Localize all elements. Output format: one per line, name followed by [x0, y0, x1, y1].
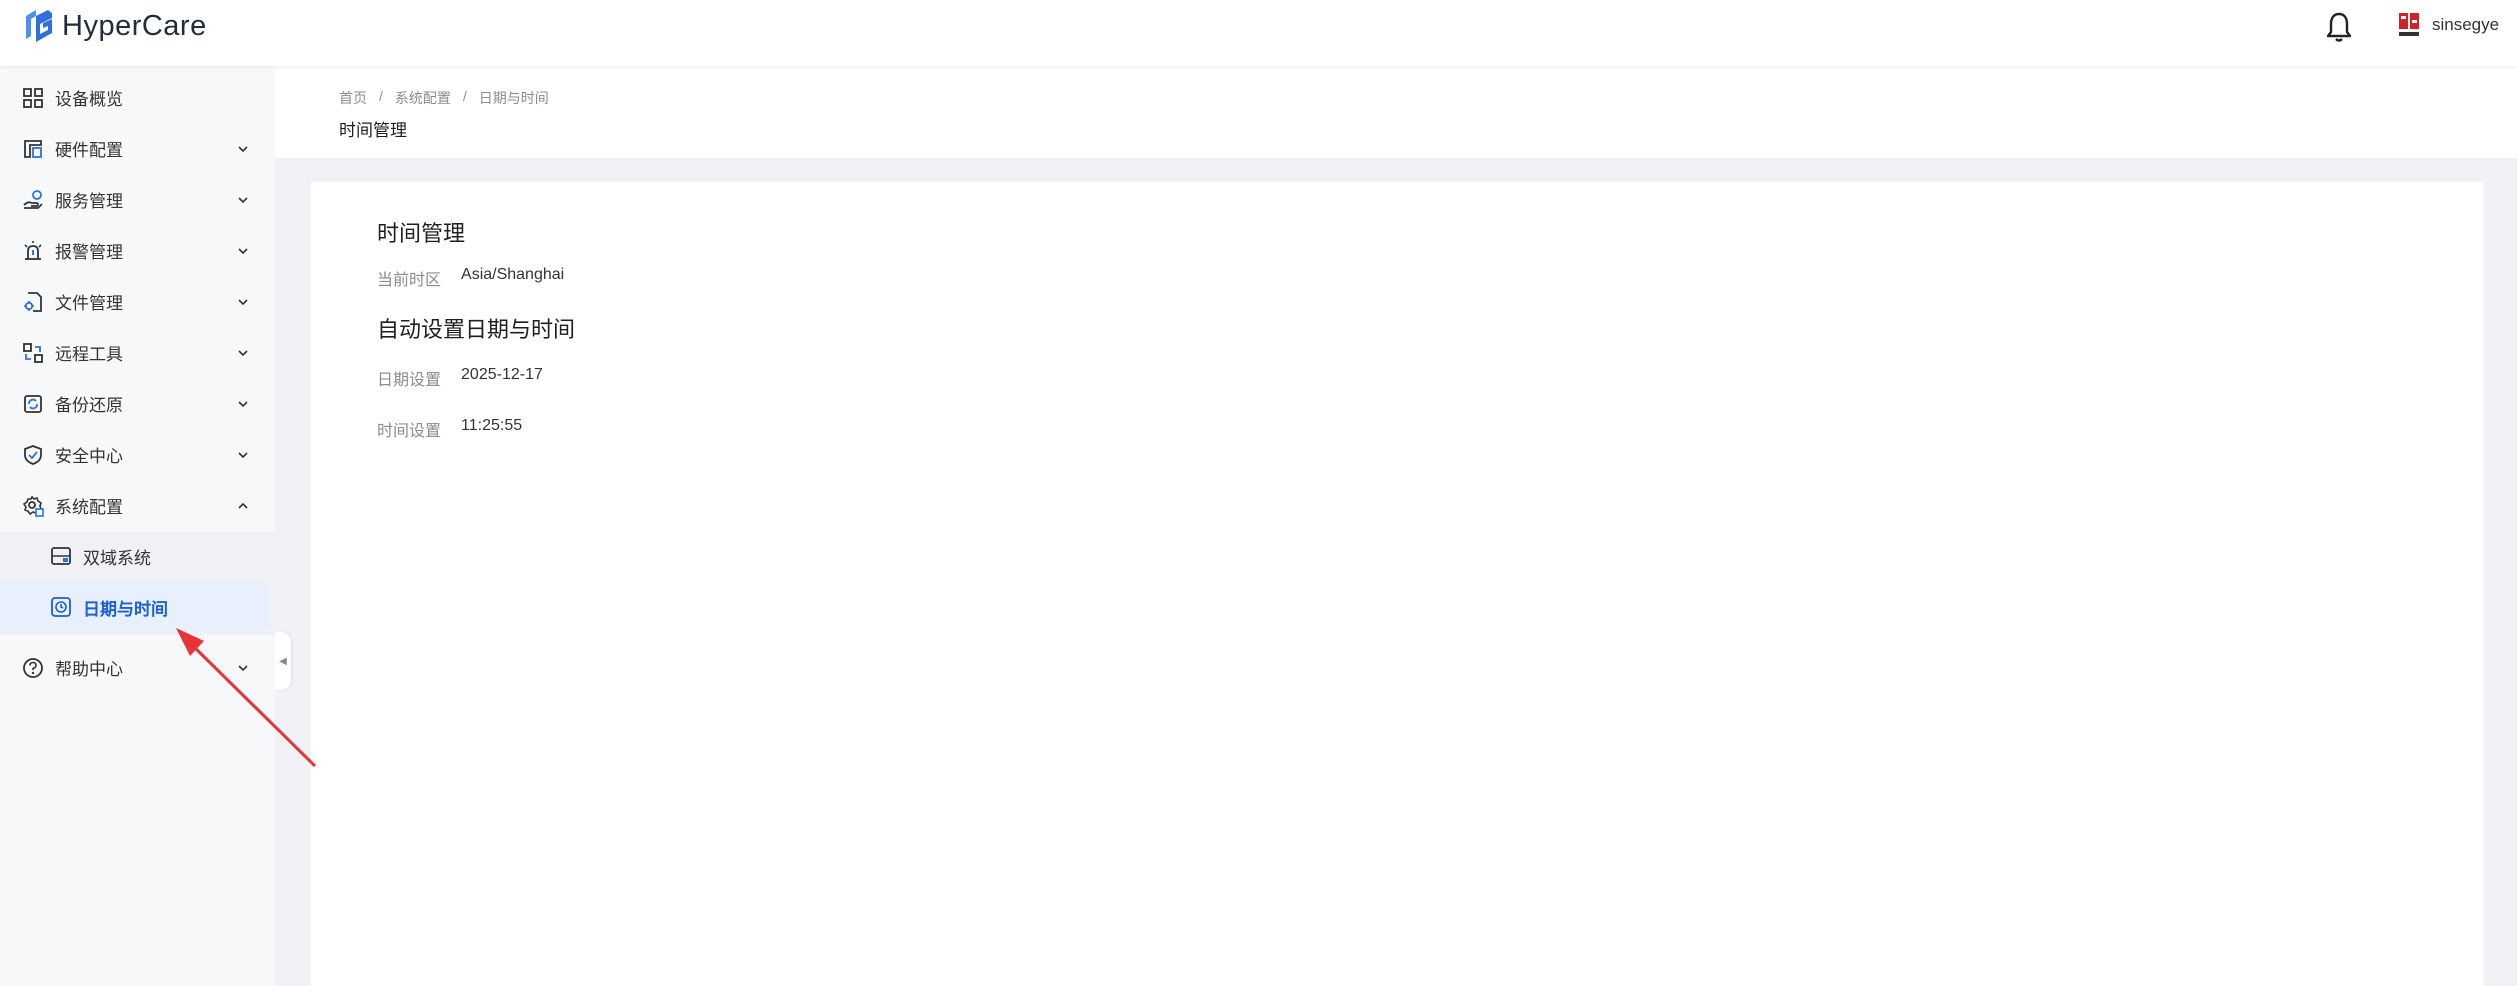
chevron-down-icon [238, 145, 248, 152]
sidebar-item-security-center[interactable]: 安全中心 [0, 429, 275, 480]
file-settings-icon [24, 291, 42, 312]
sidebar-item-remote-tools[interactable]: 远程工具 [0, 327, 275, 378]
chevron-down-icon [238, 247, 248, 254]
sidebar-item-hardware-config[interactable]: 硬件配置 [0, 123, 275, 174]
breadcrumb-separator: / [379, 88, 383, 104]
breadcrumb-home[interactable]: 首页 [339, 88, 367, 108]
top-bar: HyperCare sinsegye ▾ [0, 0, 2517, 66]
date-value: 2025-12-17 [461, 366, 543, 383]
hypercare-logo-icon [26, 10, 52, 42]
sidebar-item-label: 备份还原 [55, 396, 123, 415]
clock-icon [51, 597, 71, 617]
page-title: 时间管理 [339, 121, 407, 140]
timezone-value: Asia/Shanghai [461, 266, 565, 283]
sidebar-subitem-label: 双域系统 [83, 548, 151, 568]
chevron-up-icon [238, 502, 248, 509]
sidebar-item-device-overview[interactable]: 设备概览 [0, 72, 275, 123]
time-value: 11:25:55 [461, 417, 523, 434]
sidebar-item-service-management[interactable]: 服务管理 [0, 174, 275, 225]
backup-icon [24, 394, 42, 413]
time-field: 时间设置 11:25:55 [377, 417, 522, 441]
sidebar-item-file-management[interactable]: 文件管理 [0, 276, 275, 327]
app-name: HyperCare [62, 9, 207, 42]
collapse-left-icon: ◀ [279, 655, 287, 667]
hardware-icon [24, 139, 42, 158]
date-field: 日期设置 2025-12-17 [377, 366, 543, 390]
remote-tools-icon [23, 342, 43, 363]
sidebar-item-label: 设备概览 [55, 90, 123, 109]
notification-bell-icon[interactable] [2324, 10, 2354, 44]
sidebar-item-help-center[interactable]: 帮助中心 [0, 642, 275, 693]
sidebar-item-label: 服务管理 [55, 192, 123, 211]
auto-datetime-title: 自动设置日期与时间 [377, 317, 576, 342]
help-icon [23, 657, 43, 678]
service-icon [23, 189, 43, 209]
dual-domain-icon [51, 547, 71, 565]
grid-icon [23, 87, 43, 108]
sidebar-item-backup-restore[interactable]: 备份还原 [0, 378, 275, 429]
sidebar-item-label: 文件管理 [55, 294, 123, 313]
timezone-label: 当前时区 [377, 272, 442, 289]
chevron-down-icon [238, 451, 248, 458]
timezone-field: 当前时区 Asia/Shanghai [377, 266, 564, 290]
breadcrumb-current: 日期与时间 [478, 90, 549, 106]
alarm-icon [24, 240, 42, 260]
chevron-down-icon [238, 400, 248, 407]
sidebar-item-label: 硬件配置 [55, 141, 123, 160]
chevron-down-icon [238, 349, 248, 356]
sidebar-item-label: 系统配置 [55, 498, 123, 517]
breadcrumb: 首页 / 系统配置 / 日期与时间 [339, 88, 549, 108]
sidebar-collapse-handle[interactable]: ◀ [275, 632, 291, 690]
sidebar-item-label: 报警管理 [55, 243, 123, 262]
user-menu[interactable]: sinsegye ▾ [2398, 12, 2517, 38]
app-logo[interactable]: HyperCare [22, 8, 207, 44]
time-label: 时间设置 [377, 423, 442, 440]
company-avatar-icon [2399, 13, 2419, 36]
chevron-down-icon [238, 298, 248, 305]
page-header: 首页 / 系统配置 / 日期与时间 时间管理 [275, 66, 2517, 158]
system-config-submenu: 双域系统 日期与时间 [0, 532, 275, 635]
username: sinsegye [2432, 15, 2500, 34]
breadcrumb-section[interactable]: 系统配置 [395, 88, 451, 108]
sidebar-item-label: 安全中心 [55, 447, 123, 466]
sidebar-subitem-dual-domain[interactable]: 双域系统 [0, 532, 268, 580]
system-settings-icon [22, 495, 44, 517]
sidebar-subitem-date-time[interactable]: 日期与时间 [0, 583, 268, 631]
sidebar-item-label: 帮助中心 [55, 660, 123, 679]
sidebar-item-alarm-management[interactable]: 报警管理 [0, 225, 275, 276]
chevron-down-icon [238, 196, 248, 203]
sidebar-item-label: 远程工具 [55, 345, 123, 364]
sidebar-item-system-config[interactable]: 系统配置 [0, 480, 275, 531]
sidebar-subitem-label: 日期与时间 [83, 599, 168, 619]
shield-icon [24, 444, 42, 465]
card-title: 时间管理 [377, 221, 466, 246]
breadcrumb-separator: / [462, 88, 467, 104]
chevron-down-icon [238, 664, 248, 671]
sidebar-nav: 设备概览 硬件配置 服务管理 报警管理 文件管理 远程工具 备份还原 安全中心 … [0, 66, 275, 986]
time-management-card: 时间管理 当前时区 Asia/Shanghai 自动设置日期与时间 日期设置 2… [311, 182, 2483, 986]
date-label: 日期设置 [377, 372, 442, 389]
